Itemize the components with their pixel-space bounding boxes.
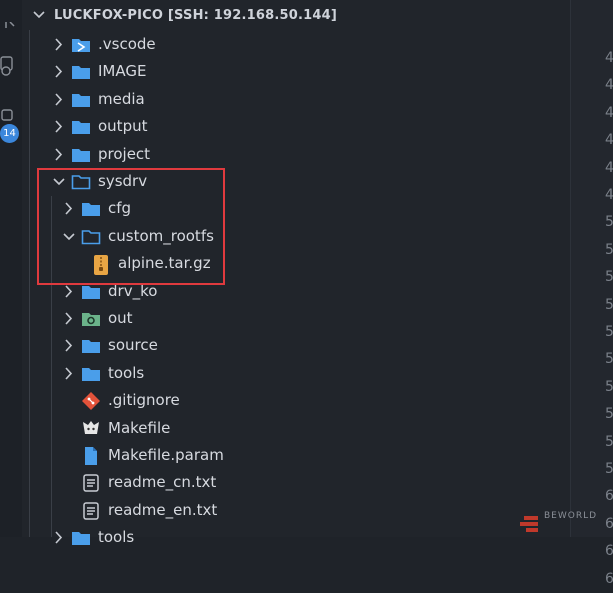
tree-item-label: .gitignore [108, 391, 180, 410]
text-file-icon [81, 473, 101, 493]
tree-item[interactable]: readme_en.txt [22, 497, 570, 524]
line-number: 6 [605, 570, 613, 587]
line-number: 4 [605, 159, 613, 176]
tree-item-label: Makefile.param [108, 446, 224, 464]
git-file-icon [81, 391, 101, 411]
line-number: 6 [605, 488, 613, 505]
tree-item[interactable]: tools [22, 360, 570, 387]
file-icon [81, 446, 101, 466]
tree-item[interactable]: readme_cn.txt [22, 469, 570, 496]
tree-item[interactable]: tools [22, 524, 570, 551]
tree-item-label: tools [98, 528, 135, 547]
line-number: 5 [605, 433, 613, 450]
tree-item-label: Makefile [108, 418, 171, 437]
source-control-icon[interactable] [0, 21, 16, 40]
line-number: 5 [605, 296, 613, 313]
line-number: 4 [605, 77, 613, 94]
tree-item-label: readme_cn.txt [108, 473, 217, 492]
tree-item-label: project [98, 144, 151, 163]
chevron-right-icon[interactable] [51, 58, 67, 85]
tree-item[interactable]: .gitignore [22, 387, 570, 414]
folder-icon [81, 364, 101, 384]
folder-icon [71, 528, 91, 548]
folder-icon [71, 90, 91, 110]
notification-badge: 14 [0, 124, 19, 143]
line-number: 5 [605, 324, 613, 340]
line-number: 4 [605, 50, 613, 66]
tree-item-label: out [108, 309, 133, 327]
chevron-right-icon[interactable] [51, 141, 67, 168]
tree-item[interactable]: source [22, 332, 570, 359]
folder-icon [71, 62, 91, 82]
chevron-right-icon[interactable] [51, 524, 67, 551]
line-number: 5 [605, 378, 613, 395]
watermark: BEWORLD [518, 508, 613, 537]
folder-icon [81, 336, 101, 356]
text-file-icon [81, 501, 101, 521]
tree-item[interactable]: project [22, 141, 570, 168]
chevron-right-icon[interactable] [51, 86, 67, 113]
line-number: 4 [605, 187, 613, 203]
explorer-header[interactable]: LUCKFOX-PICO [SSH: 192.168.50.144] [22, 2, 570, 29]
chevron-right-icon[interactable] [61, 332, 77, 359]
tree-item[interactable]: IMAGE [22, 58, 570, 85]
editor-gutter: 44444455555555556666 [570, 0, 613, 587]
tree-item-label: output [98, 117, 148, 136]
folder-icon [71, 117, 91, 137]
line-number: 6 [605, 543, 613, 560]
watermark-text: BEWORLD [544, 511, 598, 521]
tree-item[interactable]: Makefile.param [22, 442, 570, 469]
line-number: 5 [605, 461, 613, 477]
gear-folder-icon [81, 309, 101, 329]
chevron-right-icon[interactable] [61, 305, 77, 332]
tree-item-label: IMAGE [98, 62, 147, 81]
line-number: 5 [605, 241, 613, 258]
activity-bar: 14 [0, 0, 23, 537]
makefile-file-icon [81, 419, 101, 439]
tree-item-label: tools [108, 363, 145, 382]
tree-item-label: readme_en.txt [108, 500, 218, 519]
tree-item[interactable]: out [22, 305, 570, 332]
line-number: 4 [605, 104, 613, 121]
run-debug-icon[interactable] [0, 55, 16, 76]
line-number: 5 [605, 214, 613, 231]
tree-item-label: source [108, 336, 158, 355]
highlight-box [37, 168, 225, 285]
tree-item[interactable]: Makefile [22, 415, 570, 442]
tree-item[interactable]: .vscode [22, 31, 570, 58]
tree-item-label: media [98, 89, 145, 108]
workspace-title: LUCKFOX-PICO [SSH: 192.168.50.144] [54, 8, 338, 23]
line-number: 5 [605, 406, 613, 423]
tree-item[interactable]: media [22, 86, 570, 113]
chevron-right-icon[interactable] [51, 31, 67, 58]
vscode-folder-icon [71, 35, 91, 55]
tree-item[interactable]: output [22, 113, 570, 140]
chevron-right-icon[interactable] [61, 360, 77, 387]
line-number: 5 [605, 351, 613, 368]
chevron-right-icon[interactable] [51, 113, 67, 140]
folder-icon [71, 145, 91, 165]
line-number: 5 [605, 269, 613, 286]
tree-item-label: .vscode [98, 35, 156, 53]
line-number: 4 [605, 132, 613, 149]
